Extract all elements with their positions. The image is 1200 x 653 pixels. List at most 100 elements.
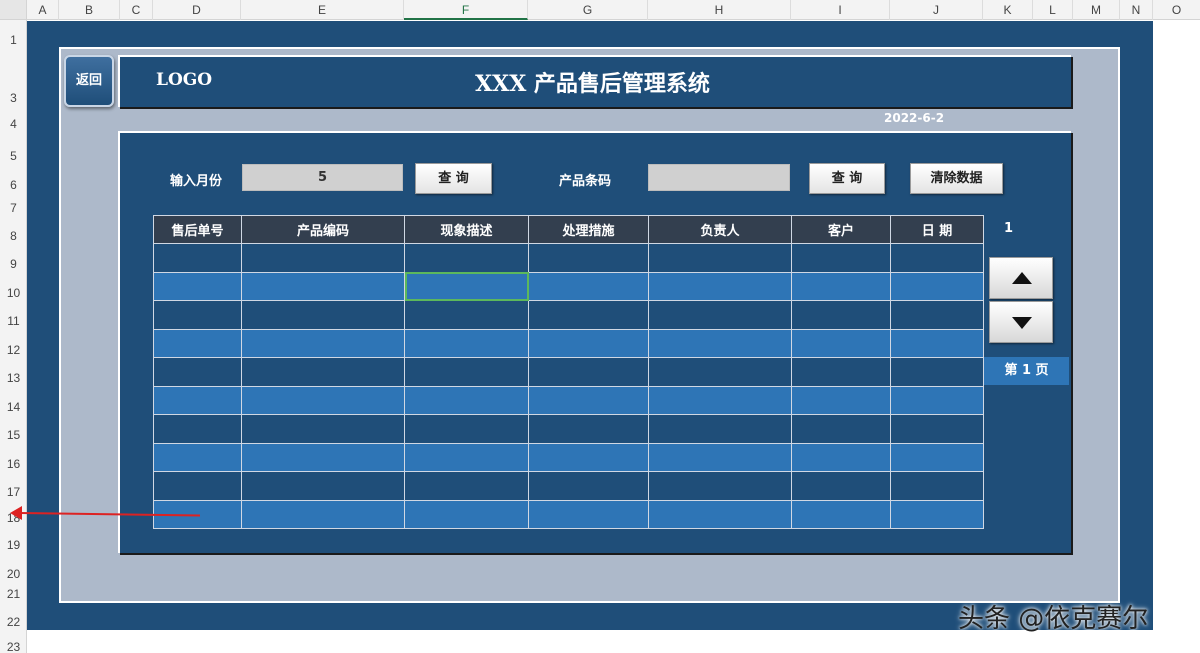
table-cell[interactable] bbox=[791, 385, 891, 415]
row-header-22[interactable]: 22 bbox=[0, 615, 27, 629]
table-cell[interactable] bbox=[890, 414, 984, 444]
select-all-corner[interactable] bbox=[0, 0, 27, 20]
table-cell[interactable] bbox=[791, 471, 891, 501]
table-cell[interactable] bbox=[648, 300, 792, 330]
row-header-5[interactable]: 5 bbox=[0, 149, 27, 163]
page-down-button[interactable] bbox=[989, 301, 1053, 343]
barcode-input[interactable] bbox=[648, 164, 790, 191]
row-header-23[interactable]: 23 bbox=[0, 640, 27, 653]
column-header-e[interactable]: E bbox=[241, 0, 404, 20]
table-cell[interactable] bbox=[890, 357, 984, 387]
column-header-n[interactable]: N bbox=[1120, 0, 1153, 20]
table-cell[interactable] bbox=[648, 385, 792, 415]
row-header-3[interactable]: 3 bbox=[0, 91, 27, 105]
row-header-12[interactable]: 12 bbox=[0, 343, 27, 357]
table-cell[interactable] bbox=[241, 243, 405, 273]
query-month-button[interactable]: 查 询 bbox=[415, 163, 492, 194]
table-cell[interactable] bbox=[241, 385, 405, 415]
table-cell[interactable] bbox=[153, 271, 242, 301]
table-cell[interactable] bbox=[890, 243, 984, 273]
table-cell[interactable] bbox=[890, 271, 984, 301]
column-header-o[interactable]: O bbox=[1153, 0, 1200, 20]
row-header-15[interactable]: 15 bbox=[0, 428, 27, 442]
table-cell[interactable] bbox=[648, 499, 792, 529]
column-header-c[interactable]: C bbox=[120, 0, 153, 20]
column-header-h[interactable]: H bbox=[648, 0, 791, 20]
table-cell[interactable] bbox=[648, 414, 792, 444]
table-cell[interactable] bbox=[153, 357, 242, 387]
table-cell[interactable] bbox=[404, 300, 529, 330]
table-cell[interactable] bbox=[648, 328, 792, 358]
table-cell[interactable] bbox=[791, 414, 891, 444]
table-cell[interactable] bbox=[528, 414, 649, 444]
table-cell[interactable] bbox=[890, 385, 984, 415]
column-header-a[interactable]: A bbox=[27, 0, 59, 20]
table-cell[interactable] bbox=[791, 300, 891, 330]
table-cell[interactable] bbox=[648, 442, 792, 472]
table-cell[interactable] bbox=[791, 243, 891, 273]
table-cell[interactable] bbox=[528, 243, 649, 273]
column-header-i[interactable]: I bbox=[791, 0, 890, 20]
column-header-k[interactable]: K bbox=[983, 0, 1033, 20]
row-header-8[interactable]: 8 bbox=[0, 229, 27, 243]
selected-cell[interactable] bbox=[404, 271, 529, 301]
table-cell[interactable] bbox=[890, 442, 984, 472]
table-cell[interactable] bbox=[153, 300, 242, 330]
table-cell[interactable] bbox=[528, 300, 649, 330]
table-cell[interactable] bbox=[890, 471, 984, 501]
table-cell[interactable] bbox=[404, 243, 529, 273]
page-up-button[interactable] bbox=[989, 257, 1053, 299]
table-cell[interactable] bbox=[241, 414, 405, 444]
table-cell[interactable] bbox=[404, 328, 529, 358]
table-cell[interactable] bbox=[528, 328, 649, 358]
table-cell[interactable] bbox=[241, 300, 405, 330]
table-cell[interactable] bbox=[890, 499, 984, 529]
table-cell[interactable] bbox=[404, 442, 529, 472]
column-header-g[interactable]: G bbox=[528, 0, 648, 20]
table-cell[interactable] bbox=[791, 328, 891, 358]
table-cell[interactable] bbox=[241, 271, 405, 301]
table-cell[interactable] bbox=[791, 271, 891, 301]
table-cell[interactable] bbox=[241, 499, 405, 529]
table-cell[interactable] bbox=[528, 471, 649, 501]
row-header-7[interactable]: 7 bbox=[0, 201, 27, 215]
table-cell[interactable] bbox=[153, 442, 242, 472]
table-cell[interactable] bbox=[528, 271, 649, 301]
table-cell[interactable] bbox=[404, 385, 529, 415]
column-header-b[interactable]: B bbox=[59, 0, 120, 20]
clear-data-button[interactable]: 清除数据 bbox=[910, 163, 1003, 194]
query-barcode-button[interactable]: 查 询 bbox=[809, 163, 885, 194]
row-header-17[interactable]: 17 bbox=[0, 485, 27, 499]
table-cell[interactable] bbox=[241, 357, 405, 387]
table-cell[interactable] bbox=[404, 357, 529, 387]
table-cell[interactable] bbox=[241, 328, 405, 358]
row-header-14[interactable]: 14 bbox=[0, 400, 27, 414]
table-cell[interactable] bbox=[153, 471, 242, 501]
back-button[interactable]: 返回 bbox=[64, 55, 114, 107]
table-cell[interactable] bbox=[528, 385, 649, 415]
row-header-19[interactable]: 19 bbox=[0, 538, 27, 552]
row-header-13[interactable]: 13 bbox=[0, 371, 27, 385]
table-cell[interactable] bbox=[890, 300, 984, 330]
row-header-21[interactable]: 21 bbox=[0, 587, 27, 601]
month-input[interactable]: 5 bbox=[242, 164, 403, 191]
table-cell[interactable] bbox=[528, 499, 649, 529]
table-cell[interactable] bbox=[153, 243, 242, 273]
table-cell[interactable] bbox=[791, 442, 891, 472]
table-cell[interactable] bbox=[528, 357, 649, 387]
table-cell[interactable] bbox=[528, 442, 649, 472]
table-cell[interactable] bbox=[791, 357, 891, 387]
row-header-9[interactable]: 9 bbox=[0, 257, 27, 271]
table-cell[interactable] bbox=[404, 414, 529, 444]
table-cell[interactable] bbox=[648, 471, 792, 501]
table-cell[interactable] bbox=[648, 357, 792, 387]
table-cell[interactable] bbox=[648, 271, 792, 301]
row-header-4[interactable]: 4 bbox=[0, 117, 27, 131]
table-cell[interactable] bbox=[153, 385, 242, 415]
column-header-l[interactable]: L bbox=[1033, 0, 1073, 20]
table-cell[interactable] bbox=[241, 471, 405, 501]
row-header-11[interactable]: 11 bbox=[0, 314, 27, 328]
column-header-j[interactable]: J bbox=[890, 0, 983, 20]
row-header-10[interactable]: 10 bbox=[0, 286, 27, 300]
table-cell[interactable] bbox=[890, 328, 984, 358]
